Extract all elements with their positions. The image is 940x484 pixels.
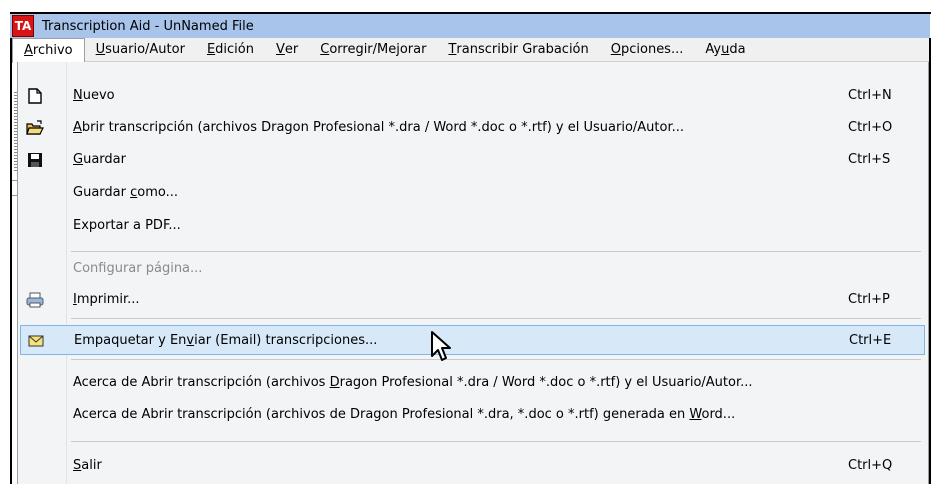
app-icon[interactable]: TA [12,15,34,37]
menu-item-abrir[interactable]: Abrir transcripción (archivos Dragon Pro… [20,113,925,143]
menu-corregir-mejorar[interactable]: Corregir/Mejorar [309,38,437,62]
menu-item-acerca-abrir-dragon[interactable]: Acerca de Abrir transcripción (archivos … [20,368,925,398]
menu-item-label: Guardar como... [73,185,178,200]
menu-item-shortcut: Ctrl+O [848,120,893,135]
archivo-dropdown-menu: Nuevo Ctrl+N Abrir transcripción (archiv… [17,62,929,484]
menu-item-exportar-pdf[interactable]: Exportar a PDF... [20,211,925,241]
menu-item-salir[interactable]: Salir Ctrl+Q [20,451,925,481]
menu-item-guardar[interactable]: Guardar Ctrl+S [20,145,925,175]
menu-item-empaquetar-enviar[interactable]: Empaquetar y Enviar (Email) transcripcio… [20,325,925,355]
menu-separator [71,251,921,252]
new-document-icon [26,88,44,104]
menu-separator [71,441,921,442]
menu-ayuda[interactable]: Ay u da [694,38,756,62]
menu-item-label: Abrir transcripción (archivos Dragon Pro… [73,120,685,135]
menu-item-shortcut: Ctrl+S [848,152,891,167]
window-right-border [929,38,931,484]
mouse-cursor-icon [431,331,451,361]
menu-item-imprimir[interactable]: Imprimir... Ctrl+P [20,285,925,315]
menu-item-shortcut: Ctrl+Q [848,458,893,473]
menu-ver[interactable]: Ver [265,38,309,62]
menu-item-label: Exportar a PDF... [73,218,181,233]
menu-transcribir-grabacion[interactable]: Transcribir Grabación [437,38,599,62]
envelope-icon [27,333,45,349]
menu-item-label: Guardar [73,152,126,167]
window-left-border [10,38,12,484]
menu-item-label: Configurar página... [73,261,203,276]
menu-item-nuevo[interactable]: Nuevo Ctrl+N [20,81,925,111]
menu-item-shortcut: Ctrl+E [849,333,892,348]
save-disk-icon [26,152,44,168]
menu-item-label: Empaquetar y Enviar (Email) transcripcio… [74,333,378,348]
printer-icon [26,292,44,308]
menu-item-label: Nuevo [73,88,115,103]
menu-item-acerca-abrir-word[interactable]: Acerca de Abrir transcripción (archivos … [20,400,925,430]
open-folder-icon [26,120,44,136]
menu-item-shortcut: Ctrl+N [848,88,892,103]
menu-item-guardar-como[interactable]: Guardar como... [20,178,925,208]
window-title: Transcription Aid - UnNamed File [42,18,254,34]
menu-separator [71,359,921,360]
menu-usuario-autor[interactable]: Usuario/Autor [85,38,196,62]
menu-item-label: Imprimir... [73,292,140,307]
menu-bar: Archivo Usuario/Autor Edición Ver Correg… [12,37,929,63]
menu-item-configurar-pagina: Configurar página... [20,254,925,284]
screenshot-frame: TA Transcription Aid - UnNamed File Arch… [0,0,940,484]
menu-item-label: Acerca de Abrir transcripción (archivos … [73,407,736,422]
menu-item-shortcut: Ctrl+P [848,292,890,307]
title-bar[interactable]: TA Transcription Aid - UnNamed File [10,14,930,38]
menu-archivo[interactable]: Archivo [12,37,85,63]
menu-item-label: Acerca de Abrir transcripción (archivos … [73,375,753,390]
menu-item-label: Salir [73,458,102,473]
menu-edicion[interactable]: Edición [196,38,265,62]
menu-opciones[interactable]: Opciones... [600,38,695,62]
menu-separator [71,318,921,319]
